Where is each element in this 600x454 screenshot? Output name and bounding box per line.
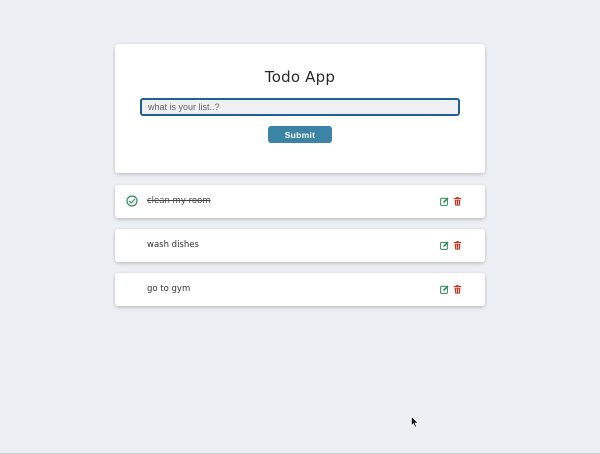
- edit-icon[interactable]: [440, 197, 449, 206]
- check-circle-icon[interactable]: [126, 195, 138, 207]
- todo-item[interactable]: go to gym: [115, 273, 485, 306]
- edit-icon[interactable]: [440, 285, 449, 294]
- page-title: Todo App: [264, 68, 336, 86]
- todo-text: go to gym: [147, 284, 191, 294]
- todo-item[interactable]: wash dishes: [115, 229, 485, 262]
- trash-icon[interactable]: [453, 197, 462, 206]
- trash-icon[interactable]: [453, 285, 462, 294]
- todo-text: wash dishes: [147, 240, 199, 250]
- todo-item[interactable]: clean my room: [115, 185, 485, 218]
- edit-icon[interactable]: [440, 241, 449, 250]
- todo-form-card: Todo App Submit: [115, 44, 485, 173]
- mouse-cursor-icon: [411, 416, 419, 428]
- todo-text: clean my room: [147, 196, 211, 206]
- submit-button[interactable]: Submit: [268, 126, 332, 143]
- todo-input[interactable]: [140, 98, 460, 116]
- trash-icon[interactable]: [453, 241, 462, 250]
